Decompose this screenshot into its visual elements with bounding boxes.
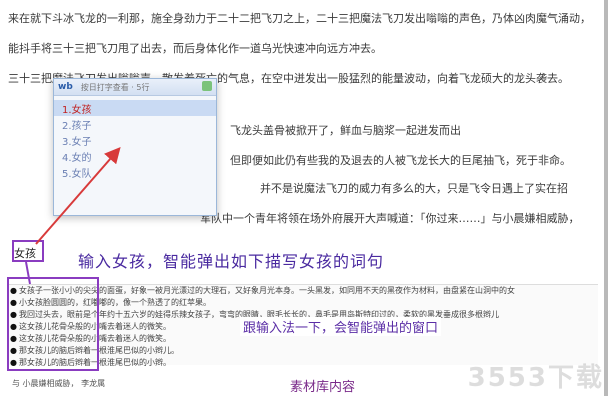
typed-word-highlight: 女孩: [12, 240, 44, 262]
doc-line: 并不是说魔法飞刀的威力有多么的大，只是飞令日遇上了实在招: [260, 182, 568, 195]
ime-candidate[interactable]: 2.孩子: [54, 116, 216, 132]
snippet-highlight-box: [7, 277, 99, 371]
doc-line: 军队中一个青年将领在场外府展开大声喊道：「你过来……」与小晨嫌相威胁，: [200, 212, 580, 225]
ime-candidate[interactable]: 1.女孩: [54, 100, 216, 116]
ime-status-bar: wb 按日打字查看 · 5行: [54, 79, 216, 96]
material-library-caption: 素材库内容: [290, 380, 356, 395]
ime-status-text: 按日打字查看 · 5行: [80, 82, 150, 92]
doc-line: 来在就下斗冰飞龙的一利那，施全身劲力于二十二把飞刀之上，二十三把魔法飞刀发出嗡嗡…: [8, 12, 591, 25]
ime-candidate[interactable]: 4.女的: [54, 148, 216, 164]
annotation-title: 输入女孩，智能弹出如下描写女孩的词句: [78, 252, 385, 271]
ime-expand-icon[interactable]: [202, 81, 212, 91]
ime-candidate[interactable]: 3.女子: [54, 132, 216, 148]
window-edge: [604, 0, 608, 396]
annotation-caption: 跟输入法一下，会智能弹出的窗口: [240, 317, 442, 336]
doc-line: 能抖手将三十三把飞刀甩了出去，而后身体化作一道乌光快速冲向远方冲去。: [8, 42, 382, 55]
doc-footer-line: 与 小晨嫌相威胁， 李龙属: [12, 379, 106, 388]
doc-line: 但即便如此仍有些我的及退去的人被飞龙长大的巨尾抽飞，死于非命。: [230, 154, 571, 167]
doc-line: 飞龙头盖骨被掀开了，鲜血与脑浆一起迸发而出: [230, 124, 461, 137]
ime-candidate[interactable]: 5.女队: [54, 164, 216, 180]
ime-candidate-window[interactable]: wb 按日打字查看 · 5行 1.女孩 2.孩子 3.女子 4.女的 5.女队: [53, 78, 217, 216]
ime-logo: wb: [58, 82, 73, 92]
ime-candidate-list: 1.女孩 2.孩子 3.女子 4.女的 5.女队: [54, 100, 216, 180]
site-watermark: 3553下载: [467, 363, 604, 393]
typed-word: 女孩: [14, 247, 36, 260]
